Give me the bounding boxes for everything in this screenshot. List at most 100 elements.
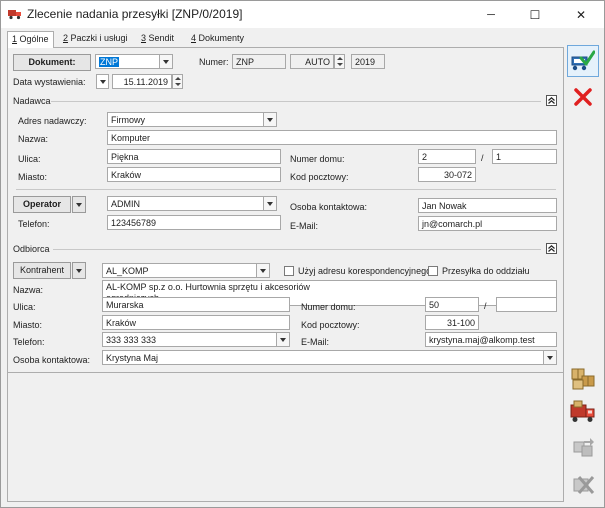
tab-ogolne[interactable]: 1 Ogólne [7,31,54,48]
numer-mode-spinner[interactable] [334,54,345,69]
disabled-cancel-icon [573,476,595,494]
close-button[interactable]: ✕ [559,1,603,28]
odbiorca-numer-domu-field[interactable]: 50 [425,297,479,312]
section-bottom-border [8,372,563,373]
chevron-down-icon[interactable] [543,351,556,364]
operator-menu-button[interactable] [72,196,86,213]
divider [53,249,541,250]
odbiorca-telefon-label: Telefon: [13,337,45,347]
odbiorca-numer-domu-label: Numer domu: [301,302,356,312]
kontrahent-menu-button[interactable] [72,262,86,279]
tab-dokumenty[interactable]: 4 Dokumenty [187,31,248,47]
maximize-button[interactable]: ☐ [513,1,557,28]
odbiorca-telefon-select[interactable]: 333 333 333 [102,332,290,347]
numer-label: Numer: [199,57,229,67]
numer-separator: / [484,301,487,311]
document-type-value: ZNP [99,57,119,67]
oddzial-checkbox[interactable] [428,266,438,276]
nadawca-miasto-field[interactable]: Kraków [107,167,281,182]
window: Zlecenie nadania przesyłki [ZNP/0/2019] … [0,0,605,508]
odbiorca-nazwa-label: Nazwa: [13,285,44,295]
nadawca-osoba-label: Osoba kontaktowa: [290,202,368,212]
double-chevron-up-icon [548,245,555,252]
odbiorca-miasto-field[interactable]: Kraków [102,315,290,330]
kontrahent-button[interactable]: Kontrahent [13,262,71,279]
nadawca-numer-domu-label: Numer domu: [290,154,345,164]
date-field[interactable]: 15.11.2019 [112,74,172,89]
date-dropdown[interactable] [96,74,109,89]
truck-app-icon [8,10,21,20]
cancel-button[interactable] [567,81,599,113]
nadawca-telefon-label: Telefon: [18,219,50,229]
nadawca-email-field[interactable]: jn@comarch.pl [418,216,557,231]
courier-button[interactable] [567,397,599,429]
chevron-down-icon[interactable] [263,113,276,126]
odbiorca-numer-lokalu-field[interactable] [496,297,557,312]
maximize-icon: ☐ [529,7,541,22]
document-button[interactable]: Dokument: [13,54,91,71]
adres-nadawczy-label: Adres nadawczy: [18,116,87,126]
operator-value: ADMIN [111,199,140,209]
window-title: Zlecenie nadania przesyłki [ZNP/0/2019] [27,7,243,21]
tab-sendit[interactable]: 3 Sendit [137,31,178,47]
close-icon: ✕ [575,7,587,22]
chevron-down-icon[interactable] [256,264,269,277]
nadawca-telefon-field[interactable]: 123456789 [107,215,281,230]
chevron-down-icon[interactable] [276,333,289,346]
collapse-odbiorca-button[interactable] [546,243,557,254]
odbiorca-osoba-label: Osoba kontaktowa: [13,355,91,365]
chevron-down-icon[interactable] [159,55,172,68]
nadawca-numer-domu-field[interactable]: 2 [418,149,476,164]
kontrahent-select[interactable]: AL_KOMP [102,263,270,278]
operator-button[interactable]: Operator [13,196,71,213]
korespondencyjny-label: Użyj adresu korespondencyjnego [298,266,432,276]
korespondencyjny-checkbox[interactable] [284,266,294,276]
disabled-action-icon [573,438,594,457]
nadawca-osoba-field[interactable]: Jan Nowak [418,198,557,213]
general-tab-panel: Dokument: ZNP Numer: ZNP AUTO 2019 Data … [7,47,564,502]
chevron-down-icon [100,80,106,84]
nadawca-email-label: E-Mail: [290,221,319,231]
nadawca-numer-lokalu-field[interactable]: 1 [492,149,557,164]
disabled-action-button [567,433,599,465]
adres-nadawczy-select[interactable]: Firmowy [107,112,277,127]
odbiorca-email-label: E-Mail: [301,337,330,347]
date-label: Data wystawienia: [13,77,86,87]
nadawca-miasto-label: Miasto: [18,172,48,182]
chevron-down-icon[interactable] [263,197,276,210]
date-spinner[interactable] [172,74,183,89]
odbiorca-kod-field[interactable]: 31-100 [425,315,479,330]
odbiorca-osoba-value: Krystyna Maj [106,353,159,363]
kontrahent-value: AL_KOMP [106,266,149,276]
odbiorca-ulica-field[interactable]: Murarska [102,297,290,312]
packages-icon [571,368,595,390]
chevron-down-icon [76,269,82,273]
divider [51,101,541,102]
collapse-nadawca-button[interactable] [546,95,557,106]
tab-paczki-i-uslugi[interactable]: 2 Paczki i usługi [59,31,132,47]
cancel-icon [574,88,592,106]
minimize-icon: ─ [487,8,495,21]
odbiorca-section-title: Odbiorca [13,244,50,254]
odbiorca-osoba-select[interactable]: Krystyna Maj [102,350,557,365]
nadawca-ulica-label: Ulica: [18,154,41,164]
courier-truck-icon [570,400,595,422]
nadawca-kod-field[interactable]: 30-072 [418,167,476,182]
document-type-select[interactable]: ZNP [95,54,173,69]
odbiorca-email-field[interactable]: krystyna.maj@alkomp.test [425,332,557,347]
numer-prefix-field: ZNP [232,54,286,69]
oddzial-label: Przesyłka do oddziału [442,266,530,276]
save-button[interactable] [567,45,599,77]
minimize-button[interactable]: ─ [469,1,513,28]
year-field: 2019 [351,54,385,69]
operator-select[interactable]: ADMIN [107,196,277,211]
odbiorca-miasto-label: Miasto: [13,320,43,330]
nadawca-nazwa-field[interactable]: Komputer [107,130,557,145]
nadawca-ulica-field[interactable]: Piękna [107,149,281,164]
packages-button[interactable] [567,363,599,395]
double-chevron-up-icon [548,97,555,104]
numer-mode-field[interactable]: AUTO [290,54,334,69]
odbiorca-ulica-label: Ulica: [13,302,36,312]
nadawca-section-title: Nadawca [13,96,51,106]
divider [16,189,556,190]
